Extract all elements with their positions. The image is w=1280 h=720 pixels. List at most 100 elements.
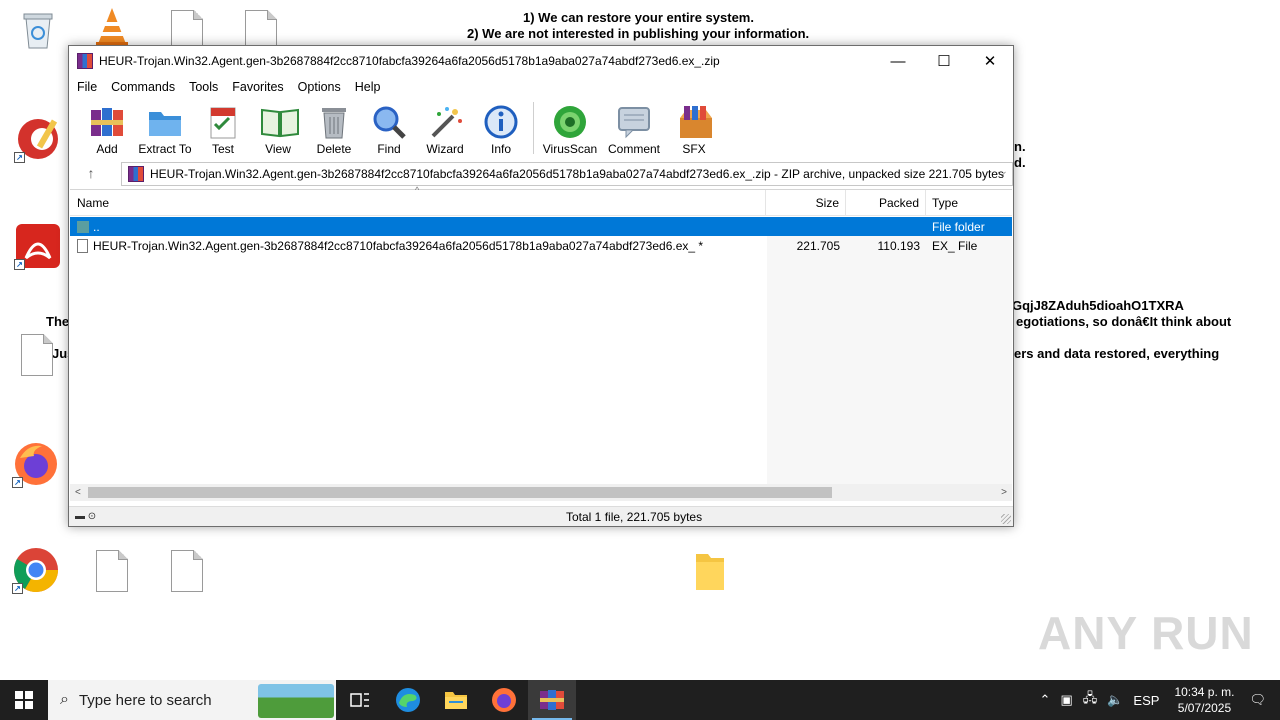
scroll-right-icon[interactable]: > (1001, 484, 1007, 501)
file-icon[interactable] (96, 550, 128, 592)
row-name: .. (93, 219, 100, 234)
shortcut-arrow-icon: ↗ (12, 583, 23, 594)
edge-taskbar-button[interactable] (384, 680, 432, 720)
minimize-button[interactable]: — (875, 46, 921, 76)
folder-up-icon (77, 220, 89, 233)
menu-tools[interactable]: Tools (189, 80, 218, 94)
up-arrow-icon[interactable]: ↑ (69, 165, 113, 181)
view-button[interactable]: View (253, 98, 303, 156)
add-icon (89, 104, 125, 140)
close-button[interactable]: ✕ (967, 46, 1013, 76)
column-type[interactable]: Type (926, 190, 1012, 215)
wizard-button[interactable]: Wizard (419, 98, 471, 156)
file-icon[interactable] (21, 334, 53, 376)
firefox-taskbar-button[interactable] (480, 680, 528, 720)
edge-icon (396, 688, 420, 712)
sort-up-icon: ^ (415, 185, 420, 195)
menu-bar: File Commands Tools Favorites Options He… (69, 76, 1013, 98)
shortcut-arrow-icon: ↗ (14, 259, 25, 270)
shortcut-arrow-icon: ↗ (12, 477, 23, 488)
view-icon (260, 104, 299, 140)
network-icon[interactable]: 🖧 (1083, 689, 1098, 711)
meet-icon[interactable]: ▣ (1060, 692, 1072, 708)
firefox-icon (492, 688, 516, 712)
language-indicator[interactable]: ESP (1133, 693, 1159, 708)
test-icon (205, 104, 241, 140)
chrome-icon[interactable]: ↗ (12, 546, 60, 594)
task-view-button[interactable] (336, 680, 384, 720)
menu-favorites[interactable]: Favorites (232, 80, 283, 94)
chevron-up-icon[interactable]: ⌃ (1040, 692, 1051, 708)
folder-icon[interactable] (694, 548, 742, 596)
acrobat-icon[interactable]: ↗ (14, 222, 62, 270)
virusscan-icon (552, 104, 588, 140)
delete-button[interactable]: Delete (309, 98, 359, 156)
file-list[interactable]: ^ Name Size Packed Type .. File folder H… (70, 185, 1012, 487)
toolbar: Add Extract To Test View Delete Find Wiz… (69, 98, 1013, 160)
horizontal-scrollbar[interactable]: < > (70, 484, 1012, 501)
winrar-taskbar-button[interactable] (528, 680, 576, 720)
note-line-1: 1) We can restore your entire system. (523, 10, 754, 25)
comment-button[interactable]: Comment (604, 98, 664, 156)
ccleaner-icon[interactable]: ↗ (14, 115, 62, 163)
column-shade (767, 217, 1012, 487)
search-icon: ⌕ (60, 691, 69, 708)
address-path: HEUR-Trojan.Win32.Agent.gen-3b2687884f2c… (150, 167, 1004, 181)
recycle-bin-icon[interactable] (14, 6, 62, 54)
address-field[interactable]: HEUR-Trojan.Win32.Agent.gen-3b2687884f2c… (121, 162, 1013, 186)
winrar-window[interactable]: HEUR-Trojan.Win32.Agent.gen-3b2687884f2c… (68, 45, 1014, 527)
note-fragment-right-2: d. (1014, 155, 1026, 170)
file-icon[interactable] (171, 550, 203, 592)
file-explorer-icon (445, 692, 467, 709)
row-size: 221.705 (796, 238, 840, 253)
winrar-icon (540, 690, 564, 710)
menu-file[interactable]: File (77, 80, 97, 94)
search-highlight-image (258, 684, 334, 718)
menu-commands[interactable]: Commands (111, 80, 175, 94)
column-size[interactable]: Size (766, 190, 846, 215)
delete-icon (316, 104, 352, 140)
find-button[interactable]: Find (365, 98, 413, 156)
column-packed[interactable]: Packed (846, 190, 926, 215)
resize-grip-icon[interactable] (1001, 514, 1011, 524)
row-type: EX_ File (932, 238, 978, 253)
sfx-button[interactable]: SFX (670, 98, 718, 156)
notifications-icon[interactable]: 🗨 (1249, 692, 1266, 708)
extract-to-button[interactable]: Extract To (137, 98, 193, 156)
extract-icon (147, 104, 183, 140)
note-fragment-negotiations: egotiations, so donâ€It think about (1016, 314, 1232, 329)
add-button[interactable]: Add (83, 98, 131, 156)
info-button[interactable]: Info (477, 98, 525, 156)
shortcut-arrow-icon: ↗ (14, 152, 25, 163)
file-explorer-taskbar-button[interactable] (432, 680, 480, 720)
note-line-2: 2) We are not interested in publishing y… (467, 26, 810, 41)
scroll-thumb[interactable] (88, 487, 832, 498)
menu-options[interactable]: Options (298, 80, 341, 94)
clock[interactable]: 10:34 p. m. 5/07/2025 (1174, 684, 1234, 716)
menu-help[interactable]: Help (355, 80, 381, 94)
maximize-button[interactable]: ☐ (921, 46, 967, 76)
table-row[interactable]: .. File folder (70, 217, 1012, 236)
start-button[interactable] (0, 680, 48, 720)
scroll-left-icon[interactable]: < (75, 484, 81, 501)
firefox-icon[interactable]: ↗ (12, 440, 60, 488)
search-placeholder: Type here to search (78, 691, 212, 709)
drive-icon[interactable]: ▬ ⊙ (75, 511, 96, 522)
test-button[interactable]: Test (199, 98, 247, 156)
chevron-down-icon[interactable]: ⌵ (998, 167, 1006, 180)
find-icon (371, 104, 407, 140)
toolbar-separator (533, 102, 534, 154)
winrar-icon (77, 53, 93, 69)
system-tray: ⌃ ▣ 🖧 🔈 ESP 10:34 p. m. 5/07/2025 🗨 (1035, 680, 1280, 720)
title-bar[interactable]: HEUR-Trojan.Win32.Agent.gen-3b2687884f2c… (69, 46, 1013, 76)
row-packed: 110.193 (877, 238, 921, 253)
status-bar: ▬ ⊙ Total 1 file, 221.705 bytes (69, 506, 1013, 526)
virusscan-button[interactable]: VirusScan (542, 98, 598, 156)
volume-icon[interactable]: 🔈 (1107, 692, 1123, 708)
search-box[interactable]: ⌕ Type here to search (48, 680, 336, 720)
info-icon (483, 104, 519, 140)
note-fragment-right-1: n. (1014, 139, 1026, 154)
window-title: HEUR-Trojan.Win32.Agent.gen-3b2687884f2c… (99, 54, 720, 68)
wizard-icon (427, 104, 463, 140)
table-row[interactable]: HEUR-Trojan.Win32.Agent.gen-3b2687884f2c… (70, 236, 1012, 255)
